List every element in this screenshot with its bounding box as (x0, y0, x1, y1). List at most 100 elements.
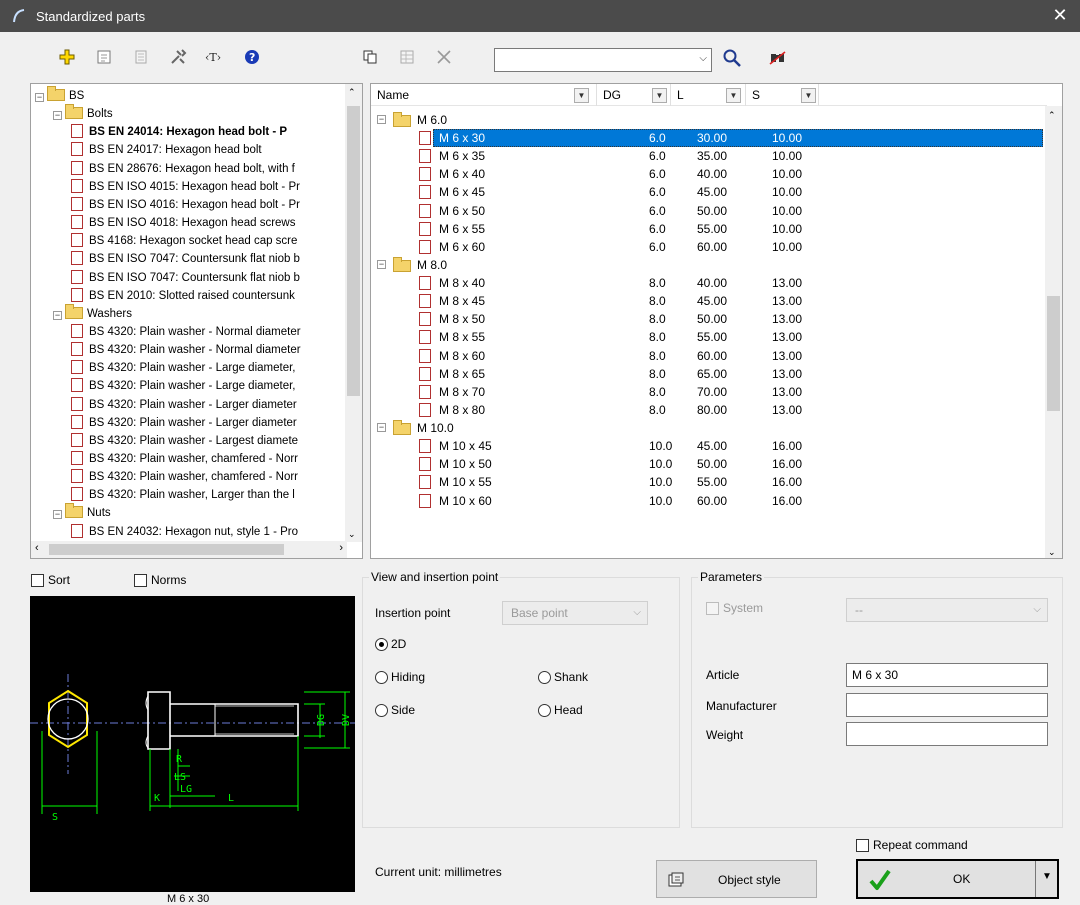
tree-item[interactable]: BS 4320: Plain washer - Large diameter, (71, 377, 295, 395)
list-scroll-thumb[interactable] (1047, 296, 1060, 411)
radio-side[interactable]: Side (375, 703, 415, 717)
table-row[interactable]: M 8 x 40 8.0 40.00 13.00 (371, 274, 1047, 292)
list-scroll-up-icon[interactable]: ⌃ (1048, 110, 1056, 121)
tree-item[interactable]: BS 4320: Plain washer - Larger diameter (71, 396, 297, 414)
tree-item[interactable]: BS 4320: Plain washer, chamfered - Norr (71, 468, 298, 486)
tree-item[interactable]: BS 4320: Plain washer - Largest diamete (71, 432, 298, 450)
table-row[interactable]: M 10 x 55 10.0 55.00 16.00 (371, 473, 1047, 491)
table-row[interactable]: M 10 x 45 10.0 45.00 16.00 (371, 437, 1047, 455)
tree-folder[interactable]: − BS (35, 86, 84, 105)
scroll-left-icon[interactable]: ‹ (35, 542, 39, 554)
tree-item[interactable]: BS EN ISO 7047: Countersunk flat niob b (71, 269, 300, 287)
scroll-down-icon[interactable]: ⌄ (348, 529, 356, 540)
manufacturer-field[interactable] (846, 693, 1048, 717)
table-row[interactable]: M 6 x 30 6.0 30.00 10.00 (371, 129, 1047, 148)
column-s-filter-icon[interactable]: ▼ (801, 88, 816, 103)
radio-shank-button[interactable] (538, 671, 551, 684)
scroll-up-icon[interactable]: ⌃ (348, 87, 356, 98)
radio-hiding-button[interactable] (375, 671, 388, 684)
table-row[interactable]: M 8 x 45 8.0 45.00 13.00 (371, 292, 1047, 310)
sort-checkbox[interactable]: Sort (31, 573, 70, 587)
table-row[interactable]: M 6 x 45 6.0 45.00 10.00 (371, 183, 1047, 201)
system-check-box[interactable] (706, 602, 719, 615)
article-field[interactable]: M 6 x 30 (846, 663, 1048, 687)
object-style-button[interactable]: Object style (656, 860, 817, 898)
list-group-row[interactable]: − M 8.0 (371, 256, 1047, 274)
tree-item[interactable]: BS EN ISO 4016: Hexagon head bolt - Pr (71, 196, 300, 214)
tree-item[interactable]: BS 4320: Plain washer - Large diameter, (71, 359, 295, 377)
tree-folder[interactable]: − Nuts (53, 503, 111, 522)
tree-item[interactable]: BS EN 24032: Hexagon nut, style 1 - Pro (71, 523, 298, 541)
system-chevron-down-icon[interactable]: ⌵ (1033, 599, 1041, 621)
sort-check-box[interactable] (31, 574, 44, 587)
repeat-check-box[interactable] (856, 839, 869, 852)
scroll-right-icon[interactable]: › (339, 542, 343, 554)
radio-2d[interactable]: 2D (375, 637, 406, 651)
column-l-filter-icon[interactable]: ▼ (726, 88, 741, 103)
tree-item[interactable]: BS 4320: Plain washer, Larger than the l (71, 486, 295, 504)
column-dg-filter-icon[interactable]: ▼ (652, 88, 667, 103)
table-row[interactable]: M 8 x 55 8.0 55.00 13.00 (371, 328, 1047, 346)
radio-head-button[interactable] (538, 704, 551, 717)
copy-button[interactable] (358, 45, 382, 69)
collapse-icon[interactable]: − (377, 423, 386, 433)
table-button[interactable] (395, 45, 419, 69)
tree-item[interactable]: BS EN 24014: Hexagon head bolt - P (71, 123, 287, 141)
radio-hiding[interactable]: Hiding (375, 670, 425, 684)
tree-item[interactable]: BS EN 2010: Slotted raised countersunk (71, 287, 295, 305)
table-row[interactable]: M 6 x 60 6.0 60.00 10.00 (371, 238, 1047, 256)
table-row[interactable]: M 6 x 50 6.0 50.00 10.00 (371, 202, 1047, 220)
tree-hscroll-thumb[interactable] (49, 544, 284, 555)
table-row[interactable]: M 6 x 55 6.0 55.00 10.00 (371, 220, 1047, 238)
tree-item[interactable]: BS 4320: Plain washer - Normal diameter (71, 341, 301, 359)
table-row[interactable]: M 6 x 35 6.0 35.00 10.00 (371, 147, 1047, 165)
collapse-icon[interactable]: − (53, 510, 62, 520)
table-row[interactable]: M 10 x 60 10.0 60.00 16.00 (371, 492, 1047, 510)
column-name[interactable]: Name (371, 84, 597, 106)
tree-item[interactable]: BS EN ISO 4015: Hexagon head bolt - Pr (71, 178, 300, 196)
radio-2d-button[interactable] (375, 638, 388, 651)
ok-dropdown-icon[interactable]: ▼ (1042, 871, 1052, 882)
tree-item[interactable]: BS EN ISO 7047: Countersunk flat niob b (71, 250, 300, 268)
table-row[interactable]: M 10 x 50 10.0 50.00 16.00 (371, 455, 1047, 473)
ok-button[interactable]: OK ▼ (856, 859, 1059, 899)
insertion-chevron-down-icon[interactable]: ⌵ (633, 602, 641, 624)
repeat-command-checkbox[interactable]: Repeat command (856, 838, 968, 852)
help-button[interactable]: ? (240, 45, 264, 69)
weight-field[interactable] (846, 722, 1048, 746)
collapse-icon[interactable]: − (53, 111, 62, 121)
properties-button[interactable] (92, 45, 116, 69)
radio-head[interactable]: Head (538, 703, 583, 717)
chevron-down-icon[interactable]: ⌵ (699, 53, 707, 64)
column-name-filter-icon[interactable]: ▼ (574, 88, 589, 103)
search-combo[interactable]: ⌵ (494, 48, 712, 72)
list-group-row[interactable]: − M 6.0 (371, 111, 1047, 129)
table-row[interactable]: M 8 x 50 8.0 50.00 13.00 (371, 310, 1047, 328)
table-row[interactable]: M 8 x 70 8.0 70.00 13.00 (371, 383, 1047, 401)
list-scroll-down-icon[interactable]: ⌄ (1048, 547, 1056, 558)
search-button[interactable] (722, 48, 746, 72)
tree-item[interactable]: BS 4320: Plain washer - Larger diameter (71, 414, 297, 432)
radio-shank[interactable]: Shank (538, 670, 588, 684)
table-row[interactable]: M 8 x 65 8.0 65.00 13.00 (371, 365, 1047, 383)
parts-list[interactable]: Name ▼ DG ▼ L ▼ S ▼ − M 6.0 M 6 x 30 6.0 30.… (370, 83, 1063, 559)
norms-check-box[interactable] (134, 574, 147, 587)
tree-scroll-thumb[interactable] (347, 106, 360, 396)
system-checkbox[interactable]: System (706, 601, 763, 615)
list-button[interactable] (129, 45, 153, 69)
collapse-icon[interactable]: − (35, 93, 44, 102)
add-button[interactable] (55, 45, 79, 69)
list-group-row[interactable]: − M 10.0 (371, 419, 1047, 437)
radio-side-button[interactable] (375, 704, 388, 717)
search-clear-button[interactable] (768, 48, 792, 72)
system-select[interactable]: -- ⌵ (846, 598, 1048, 622)
table-row[interactable]: M 6 x 40 6.0 40.00 10.00 (371, 165, 1047, 183)
collapse-icon[interactable]: − (377, 115, 386, 124)
tree-item[interactable]: BS 4320: Plain washer, chamfered - Norr (71, 450, 298, 468)
delete-button[interactable] (432, 45, 456, 69)
tree-item[interactable]: BS EN 24017: Hexagon head bolt (71, 141, 262, 159)
insertion-point-select[interactable]: Base point ⌵ (502, 601, 648, 625)
tools-button[interactable] (166, 45, 190, 69)
tree-folder[interactable]: − Bolts (53, 104, 113, 123)
norms-checkbox[interactable]: Norms (134, 573, 186, 587)
